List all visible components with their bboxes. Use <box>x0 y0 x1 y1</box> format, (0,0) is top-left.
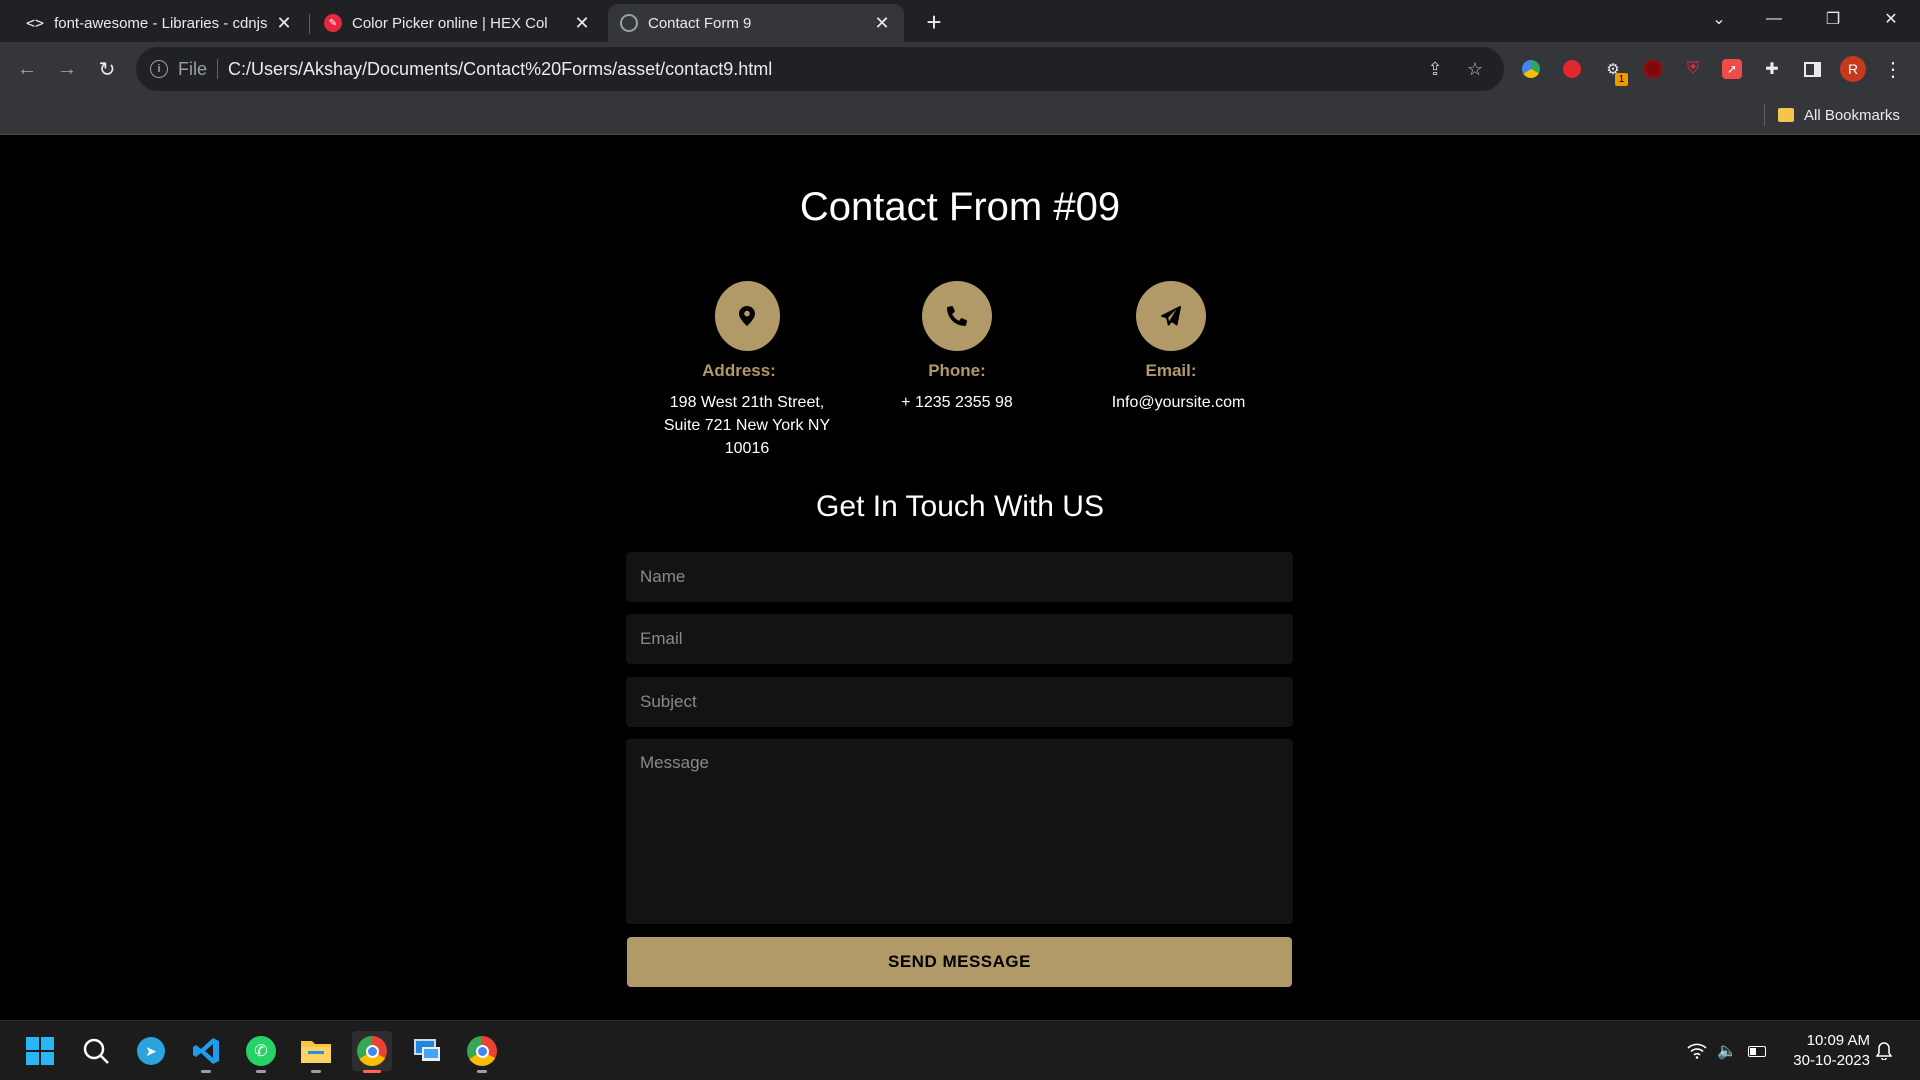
taskbar: ➤ ✆ 🔈 10:09 AM 30-10-2023 <box>0 1020 1920 1080</box>
notification-bell-icon[interactable] <box>1872 1039 1896 1063</box>
system-clock[interactable]: 10:09 AM 30-10-2023 <box>1780 1031 1870 1071</box>
windows-start-icon[interactable] <box>20 1031 60 1071</box>
page-content: Contact From #09 Address: 198 West 21th … <box>0 135 1920 1020</box>
send-message-button[interactable]: SEND MESSAGE <box>627 937 1292 987</box>
running-indicator <box>477 1070 487 1073</box>
clock-date: 30-10-2023 <box>1793 1052 1870 1069</box>
file-explorer-icon[interactable] <box>296 1031 336 1073</box>
adblock-icon[interactable] <box>1559 56 1585 82</box>
telegram-icon[interactable]: ➤ <box>131 1031 171 1071</box>
close-icon[interactable]: ✕ <box>572 13 592 33</box>
form-heading: Get In Touch With US <box>816 490 1104 523</box>
new-tab-button[interactable]: + <box>920 7 948 37</box>
code-icon: <> <box>26 14 45 32</box>
map-marker-icon <box>714 281 780 351</box>
running-indicator <box>311 1070 321 1073</box>
battery-icon[interactable] <box>1745 1039 1769 1063</box>
back-arrow-icon[interactable]: ← <box>12 54 42 84</box>
minimize-button[interactable]: — <box>1745 0 1803 38</box>
forward-arrow-icon[interactable]: → <box>52 54 82 84</box>
tab-contact-form[interactable]: Contact Form 9 ✕ <box>608 4 904 42</box>
tab-cdnjs[interactable]: <> font-awesome - Libraries - cdnjs ✕ <box>14 4 306 42</box>
profile-avatar[interactable]: R <box>1840 56 1866 82</box>
kebab-menu-icon[interactable]: ⋮ <box>1880 56 1906 82</box>
page-title: Contact From #09 <box>799 185 1121 229</box>
running-indicator <box>201 1070 211 1073</box>
ublock-icon[interactable] <box>1640 56 1666 82</box>
subject-input[interactable] <box>626 677 1293 727</box>
chrome-icon[interactable] <box>462 1031 502 1073</box>
tab-title: Color Picker online | HEX Col <box>352 14 548 32</box>
tab-strip: <> font-awesome - Libraries - cdnjs ✕ ✎ … <box>0 0 1920 42</box>
close-window-button[interactable]: ✕ <box>1862 0 1920 38</box>
address-label: Address: <box>702 361 776 380</box>
extension-wrench-icon[interactable]: ⚙ 1 <box>1600 56 1628 86</box>
bookmarks-bar: All Bookmarks <box>0 96 1920 135</box>
tab-color-picker[interactable]: ✎ Color Picker online | HEX Col ✕ <box>312 4 604 42</box>
chrome-icon[interactable] <box>352 1031 392 1073</box>
address-card: Address: 198 West 21th Street, Suite 721… <box>647 281 847 460</box>
extension-shield-icon[interactable]: ⛨ <box>1680 56 1706 82</box>
paper-plane-icon <box>1136 281 1206 351</box>
wifi-icon[interactable] <box>1685 1039 1709 1063</box>
extension-rocket-icon[interactable]: ➚ <box>1719 56 1745 82</box>
restore-button[interactable]: ❐ <box>1804 0 1862 38</box>
tab-separator <box>309 14 310 34</box>
message-textarea[interactable] <box>626 739 1293 924</box>
remote-desktop-icon[interactable] <box>407 1031 447 1071</box>
folder-icon <box>1778 108 1794 122</box>
bookmark-star-icon[interactable]: ☆ <box>1460 54 1490 84</box>
address-divider <box>217 59 219 79</box>
address-value: 198 West 21th Street, Suite 721 New York… <box>663 394 831 457</box>
phone-icon <box>922 281 992 351</box>
email-card: Email: Info@yoursite.com <box>1071 281 1271 414</box>
all-bookmarks-label: All Bookmarks <box>1804 106 1900 124</box>
all-bookmarks-button[interactable]: All Bookmarks <box>1778 102 1900 128</box>
whatsapp-icon[interactable]: ✆ <box>241 1031 281 1073</box>
info-icon[interactable]: i <box>150 60 168 78</box>
search-icon[interactable] <box>76 1031 116 1071</box>
phone-value: + 1235 2355 98 <box>901 394 1013 411</box>
tab-title: font-awesome - Libraries - cdnjs <box>54 14 268 32</box>
email-input[interactable] <box>626 614 1293 664</box>
name-input[interactable] <box>626 552 1293 602</box>
reload-icon[interactable]: ↻ <box>92 54 122 84</box>
extension-globe-icon[interactable] <box>1518 56 1544 82</box>
color-picker-icon: ✎ <box>324 14 342 32</box>
close-icon[interactable]: ✕ <box>872 13 892 33</box>
address-url[interactable]: C:/Users/Akshay/Documents/Contact%20Form… <box>228 59 1410 80</box>
address-scheme: File <box>178 58 208 79</box>
side-panel-icon[interactable] <box>1799 56 1825 82</box>
tab-search-chevron-icon[interactable]: ⌄ <box>1690 0 1748 38</box>
vscode-icon[interactable] <box>186 1031 226 1073</box>
globe-icon <box>620 14 638 32</box>
email-value: Info@yoursite.com <box>1111 394 1246 411</box>
clock-time: 10:09 AM <box>1806 1032 1870 1049</box>
email-label: Email: <box>1145 361 1197 380</box>
close-icon[interactable]: ✕ <box>274 13 294 33</box>
running-indicator <box>256 1070 266 1073</box>
phone-card: Phone: + 1235 2355 98 <box>857 281 1057 414</box>
tab-title: Contact Form 9 <box>648 14 752 32</box>
share-icon[interactable]: ⇪ <box>1420 54 1450 84</box>
puzzle-extensions-icon[interactable]: ✚ <box>1759 56 1785 82</box>
active-indicator <box>363 1070 381 1073</box>
browser-toolbar: ← → ↻ i File C:/Users/Akshay/Documents/C… <box>0 42 1920 96</box>
bookmarks-divider <box>1764 104 1765 126</box>
volume-icon[interactable]: 🔈 <box>1715 1039 1739 1063</box>
phone-label: Phone: <box>928 361 986 380</box>
extension-badge: 1 <box>1615 73 1628 86</box>
address-bar[interactable]: i File C:/Users/Akshay/Documents/Contact… <box>136 47 1504 91</box>
